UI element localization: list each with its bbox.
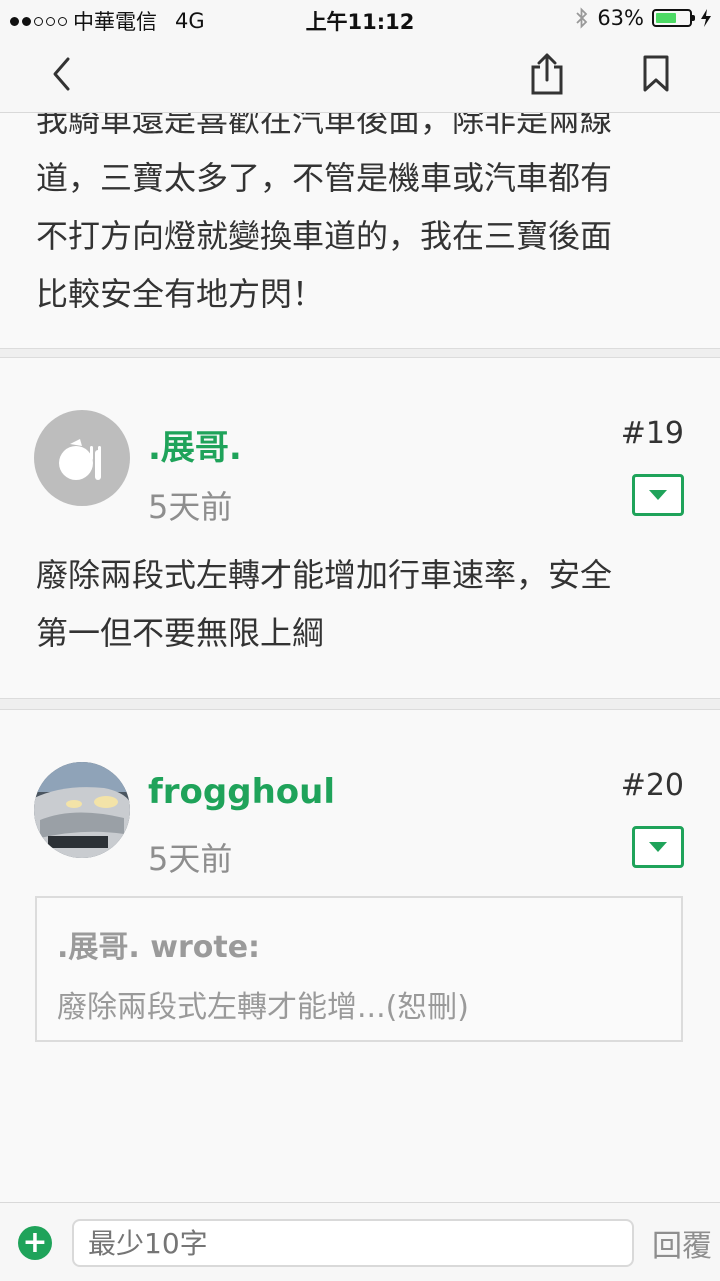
post-text-line: 我騎車還是喜歡在汽車後面，除非是兩線 [36, 112, 613, 139]
avatar[interactable] [34, 410, 130, 506]
post-floor-number: #19 [620, 416, 684, 451]
default-avatar-icon [59, 439, 101, 480]
caret-down-icon [649, 490, 667, 500]
reply-input[interactable] [72, 1219, 634, 1267]
post-card: .展哥. 5天前 #19 廢除兩段式左轉才能增加行車速率，安全 第一但不要無限上… [0, 357, 720, 699]
post-card: frogghoul 5天前 #20 .展哥. wrote: 廢除兩段式左轉才能增… [0, 709, 720, 1202]
plus-icon: + [22, 1225, 48, 1260]
status-bar: 中華電信 4G 上午11:12 63% [0, 0, 720, 36]
post-text-line: 比較安全有地方閃！ [36, 275, 325, 313]
bookmark-button[interactable] [632, 50, 680, 98]
back-button[interactable] [38, 50, 86, 98]
username[interactable]: frogghoul [148, 772, 335, 812]
share-button[interactable] [523, 50, 571, 98]
reply-button[interactable]: 回覆 [652, 1221, 712, 1265]
car-photo-avatar-icon [34, 762, 130, 858]
post-text-line: 第一但不要無限上綱 [36, 614, 325, 652]
quote-author: .展哥. wrote: [57, 930, 261, 965]
post-time: 5天前 [148, 840, 233, 878]
post-body: 我騎車還是喜歡在汽車後面，除非是兩線 道，三寶太多了，不管是機車或汽車都有 不打… [36, 112, 684, 323]
reply-composer: + 回覆 [0, 1202, 720, 1281]
top-nav-bar [0, 36, 720, 113]
thread-content[interactable]: 我騎車還是喜歡在汽車後面，除非是兩線 道，三寶太多了，不管是機車或汽車都有 不打… [0, 112, 720, 1202]
post-text-line: 道，三寶太多了，不管是機車或汽車都有 [36, 159, 613, 197]
bluetooth-icon [576, 7, 588, 29]
status-right: 63% [575, 6, 712, 30]
add-attachment-button[interactable]: + [18, 1226, 52, 1260]
username[interactable]: .展哥. [148, 420, 242, 469]
post-text-line: 不打方向燈就變換車道的，我在三寶後面 [36, 217, 613, 255]
post-body: 廢除兩段式左轉才能增加行車速率，安全 第一但不要無限上綱 [36, 546, 684, 662]
battery-percent: 63% [597, 6, 644, 30]
post-card: 我騎車還是喜歡在汽車後面，除非是兩線 道，三寶太多了，不管是機車或汽車都有 不打… [0, 112, 720, 349]
post-menu-button[interactable] [632, 474, 684, 516]
avatar[interactable] [34, 762, 130, 858]
post-menu-button[interactable] [632, 826, 684, 868]
post-floor-number: #20 [620, 768, 684, 803]
post-text-line: 廢除兩段式左轉才能增加行車速率，安全 [36, 556, 613, 594]
quote-text: 廢除兩段式左轉才能增...(恕刪) [57, 990, 470, 1025]
charging-icon [701, 9, 711, 27]
bookmark-icon [643, 55, 669, 92]
battery-icon [652, 9, 695, 27]
share-icon [531, 53, 563, 95]
chevron-left-icon [53, 57, 70, 91]
caret-down-icon [649, 842, 667, 852]
quote-block: .展哥. wrote: 廢除兩段式左轉才能增...(恕刪) [35, 896, 683, 1042]
post-time: 5天前 [148, 488, 233, 526]
